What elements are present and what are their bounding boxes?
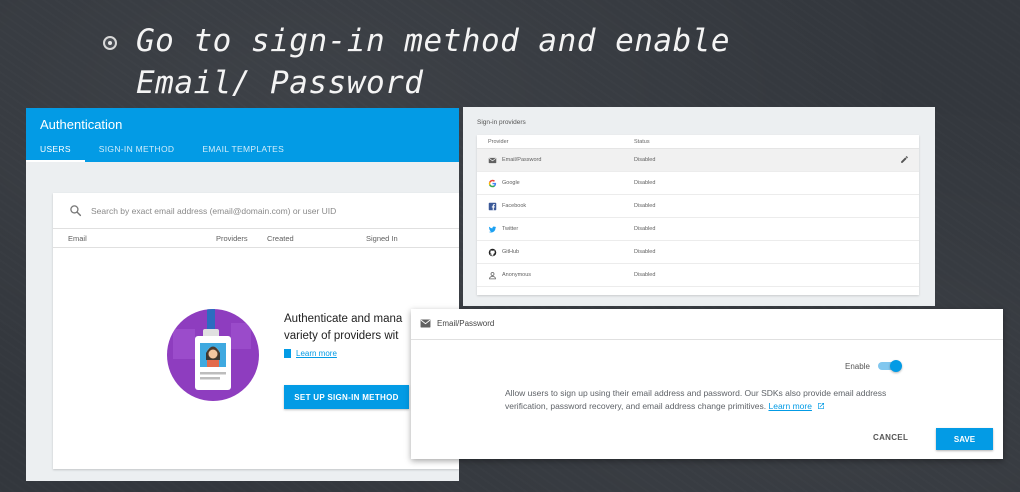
enable-toggle[interactable] xyxy=(878,360,902,372)
person-icon xyxy=(489,272,496,280)
providers-table: Provider Status Email/Password Disabled … xyxy=(477,135,919,295)
provider-row-anonymous[interactable]: Anonymous Disabled xyxy=(477,264,919,287)
provider-row-facebook[interactable]: Facebook Disabled xyxy=(477,195,919,218)
slide-bullet-text: Go to sign-in method and enable Email/ P… xyxy=(136,23,731,101)
github-icon xyxy=(488,248,497,257)
auth-title: Authentication xyxy=(40,117,123,132)
users-table-header: Email Providers Created Signed In xyxy=(53,229,459,248)
provider-name: Google xyxy=(502,180,520,186)
tab-users[interactable]: USERS xyxy=(26,141,85,162)
provider-name: Facebook xyxy=(502,203,527,209)
email-password-dialog: Email/Password Enable Allow users to sig… xyxy=(411,309,1003,459)
dialog-description: Allow users to sign up using their email… xyxy=(505,387,925,413)
column-created[interactable]: Created xyxy=(267,234,294,243)
provider-row-google[interactable]: Google Disabled xyxy=(477,172,919,195)
search-bar[interactable]: Search by exact email address (email@dom… xyxy=(53,193,459,229)
provider-row-twitter[interactable]: Twitter Disabled xyxy=(477,218,919,241)
users-card: Search by exact email address (email@dom… xyxy=(53,193,459,469)
providers-title: Sign-in providers xyxy=(477,119,526,126)
google-icon xyxy=(488,179,497,188)
dialog-header: Email/Password xyxy=(411,309,1003,340)
provider-status: Disabled xyxy=(634,180,656,186)
providers-table-header: Provider Status xyxy=(477,135,919,149)
provider-row-email-password[interactable]: Email/Password Disabled xyxy=(477,149,919,172)
provider-status: Disabled xyxy=(634,226,656,232)
cancel-button[interactable]: CANCEL xyxy=(873,433,908,442)
search-input[interactable]: Search by exact email address (email@dom… xyxy=(91,206,336,216)
search-icon xyxy=(70,205,82,217)
tab-email-templates[interactable]: EMAIL TEMPLATES xyxy=(188,141,298,162)
provider-status: Disabled xyxy=(634,272,656,278)
learn-more-row: Learn more xyxy=(284,349,337,358)
edit-pencil-icon[interactable] xyxy=(900,155,909,164)
facebook-icon xyxy=(488,202,497,211)
provider-status: Disabled xyxy=(634,249,656,255)
auth-header: Authentication USERS SIGN-IN METHOD EMAI… xyxy=(26,108,459,162)
document-icon xyxy=(284,349,291,358)
provider-status: Disabled xyxy=(634,157,656,163)
twitter-icon xyxy=(488,226,497,233)
toggle-knob xyxy=(890,360,902,372)
column-providers[interactable]: Providers xyxy=(216,234,248,243)
provider-name: Email/Password xyxy=(502,157,542,163)
authentication-panel: Authentication USERS SIGN-IN METHOD EMAI… xyxy=(26,108,459,481)
enable-label: Enable xyxy=(845,362,870,371)
save-button[interactable]: SAVE xyxy=(936,428,993,450)
sign-in-providers-panel: Sign-in providers Provider Status Email/… xyxy=(463,107,935,306)
id-badge-illustration xyxy=(167,309,259,401)
column-email[interactable]: Email xyxy=(68,234,87,243)
dialog-learn-more-link[interactable]: Learn more xyxy=(768,401,811,411)
setup-sign-in-method-button[interactable]: SET UP SIGN-IN METHOD xyxy=(284,385,409,409)
provider-name: Anonymous xyxy=(502,272,532,278)
mail-icon xyxy=(488,157,497,164)
external-link-icon[interactable] xyxy=(817,402,825,410)
dialog-title: Email/Password xyxy=(437,319,495,328)
auth-tabs: USERS SIGN-IN METHOD EMAIL TEMPLATES xyxy=(26,141,298,162)
provider-name: GitHub xyxy=(502,249,520,255)
provider-name: Twitter xyxy=(502,226,519,232)
provider-status: Disabled xyxy=(634,203,656,209)
tab-sign-in-method[interactable]: SIGN-IN METHOD xyxy=(85,141,189,162)
column-status: Status xyxy=(634,139,650,145)
description-text: Allow users to sign up using their email… xyxy=(505,388,887,411)
column-signed-in[interactable]: Signed In xyxy=(366,234,398,243)
column-provider: Provider xyxy=(488,139,509,145)
provider-row-github[interactable]: GitHub Disabled xyxy=(477,241,919,264)
bullet-icon xyxy=(103,36,117,50)
learn-more-link[interactable]: Learn more xyxy=(296,349,337,358)
mail-icon xyxy=(420,319,431,328)
